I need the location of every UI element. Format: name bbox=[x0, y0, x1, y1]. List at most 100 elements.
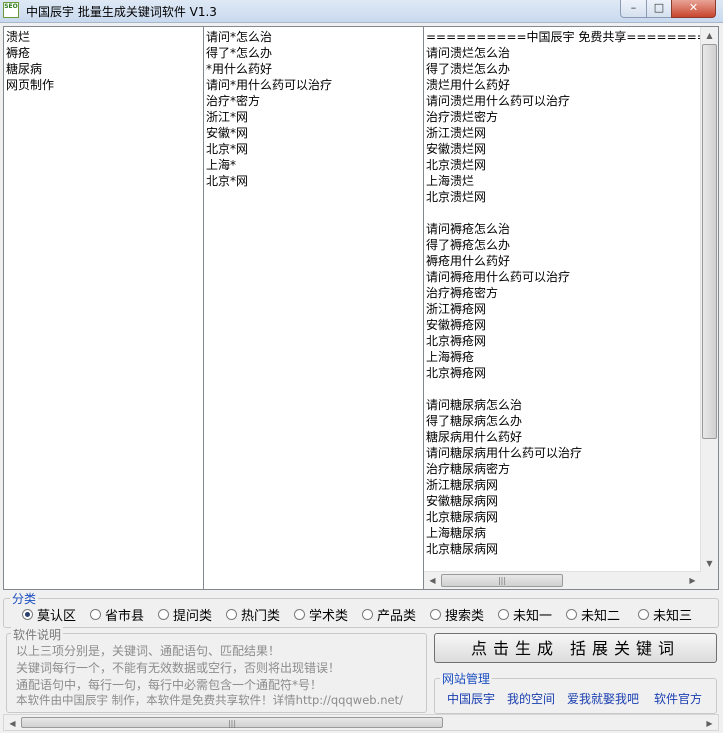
result-line: 浙江褥疮网 bbox=[426, 302, 487, 316]
bottom-horizontal-scroll-thumb[interactable]: ||| bbox=[21, 717, 443, 728]
radio-circle-icon[interactable] bbox=[158, 608, 169, 620]
category-radio-8[interactable]: 未知一 bbox=[498, 606, 553, 624]
bottom-scroll-right-arrow-icon[interactable]: ▶ bbox=[701, 715, 718, 732]
bottom-horizontal-scrollbar[interactable]: ◀ ||| ▶ bbox=[3, 714, 719, 731]
templates-text: 请问*怎么治 得了*怎么办 *用什么药好请问*用什么药可以治疗 治疗*密方浙江*网安徽… bbox=[204, 27, 423, 189]
category-legend: 分类 bbox=[10, 590, 39, 607]
horizontal-scroll-thumb[interactable]: ||| bbox=[441, 574, 563, 587]
category-radio-label: 莫认区 bbox=[37, 608, 77, 624]
template-line: 得了*怎么办 bbox=[206, 46, 273, 60]
result-line: 请问溃烂怎么治 bbox=[426, 46, 511, 60]
link-marry-me[interactable]: 爱我就娶我吧 bbox=[567, 690, 639, 707]
result-line: 褥疮用什么药好 bbox=[426, 254, 511, 268]
template-line: 北京*网 bbox=[206, 174, 249, 188]
template-line: 上海* bbox=[206, 158, 237, 172]
result-line: 请问褥疮怎么治 bbox=[426, 222, 511, 236]
radio-circle-icon[interactable] bbox=[430, 608, 441, 620]
result-line: 治疗溃烂密方 bbox=[426, 110, 499, 124]
category-radio-label: 省市县 bbox=[105, 608, 145, 624]
result-line: 治疗糖尿病密方 bbox=[426, 462, 511, 476]
template-line: 治疗*密方 bbox=[206, 94, 261, 108]
results-text: ==========中国辰宇 免费共享==================== 请… bbox=[424, 27, 704, 557]
result-line: 请问糖尿病怎么治 bbox=[426, 398, 523, 412]
result-line: ==========中国辰宇 免费共享==================== bbox=[426, 30, 704, 44]
result-line: 上海褥疮 bbox=[426, 350, 475, 364]
template-line: *用什么药好 bbox=[206, 62, 273, 76]
result-line: 上海糖尿病 bbox=[426, 526, 487, 540]
link-chenyu[interactable]: 中国辰宇 bbox=[447, 690, 495, 707]
result-line: 得了糖尿病怎么办 bbox=[426, 414, 523, 428]
category-radio-label: 未知二 bbox=[581, 608, 621, 624]
link-official-site[interactable]: 软件官方 bbox=[654, 690, 702, 707]
template-line: 浙江*网 bbox=[206, 110, 249, 124]
radio-circle-icon[interactable] bbox=[226, 608, 237, 620]
result-line: 北京糖尿病网 bbox=[426, 510, 499, 524]
radio-circle-icon[interactable] bbox=[294, 608, 305, 620]
result-line: 北京褥疮网 bbox=[426, 366, 487, 380]
template-line: 请问*怎么治 bbox=[206, 30, 273, 44]
results-horizontal-scrollbar[interactable]: ◀ ||| ▶ bbox=[424, 571, 701, 589]
result-line: 得了溃烂怎么办 bbox=[426, 62, 511, 76]
result-line: 治疗褥疮密方 bbox=[426, 286, 499, 300]
result-line: 请问褥疮用什么药可以治疗 bbox=[426, 270, 571, 284]
scroll-left-arrow-icon[interactable]: ◀ bbox=[424, 572, 441, 589]
category-radio-3[interactable]: 提问类 bbox=[158, 606, 212, 624]
category-radio-7[interactable]: 搜索类 bbox=[430, 606, 484, 624]
minimize-button[interactable]: – bbox=[620, 0, 647, 18]
keyword-line: 网页制作 bbox=[6, 78, 55, 92]
app-icon: SEO bbox=[3, 2, 19, 18]
scroll-up-arrow-icon[interactable]: ▲ bbox=[701, 27, 718, 44]
maximize-button[interactable]: □ bbox=[646, 0, 672, 18]
result-line bbox=[426, 205, 702, 221]
keywords-text: 溃烂 褥疮 糖尿病 网页制作 bbox=[4, 27, 203, 93]
radio-circle-icon[interactable] bbox=[22, 608, 33, 620]
description-line-4: 本软件由中国辰宇 制作，本软件是免费共享软件！详情http://qqqweb.n… bbox=[16, 693, 403, 707]
result-line: 安徽溃烂网 bbox=[426, 142, 487, 156]
link-my-space[interactable]: 我的空间 bbox=[507, 690, 555, 707]
vertical-scroll-thumb[interactable] bbox=[702, 44, 717, 439]
result-line: 上海溃烂 bbox=[426, 174, 475, 188]
generate-keywords-button[interactable]: 点击生成 括展关键词 bbox=[434, 633, 717, 663]
category-radio-1[interactable]: 莫认区 bbox=[22, 606, 77, 624]
templates-textarea[interactable]: 请问*怎么治 得了*怎么办 *用什么药好请问*用什么药可以治疗 治疗*密方浙江*网安徽… bbox=[203, 26, 424, 590]
category-radio-label: 学术类 bbox=[309, 608, 349, 624]
keyword-line: 溃烂 bbox=[6, 30, 31, 44]
result-line: 糖尿病用什么药好 bbox=[426, 430, 523, 444]
scroll-down-arrow-icon[interactable]: ▼ bbox=[701, 555, 718, 572]
radio-circle-icon[interactable] bbox=[90, 608, 101, 620]
template-line: 安徽*网 bbox=[206, 126, 249, 140]
category-radio-6[interactable]: 产品类 bbox=[362, 606, 417, 624]
keywords-textarea[interactable]: 溃烂 褥疮 糖尿病 网页制作 bbox=[3, 26, 204, 590]
site-management-legend: 网站管理 bbox=[440, 670, 493, 687]
category-radio-10[interactable]: 未知三 bbox=[638, 606, 693, 624]
result-line: 浙江溃烂网 bbox=[426, 126, 487, 140]
radio-circle-icon[interactable] bbox=[362, 608, 373, 620]
results-textarea[interactable]: ==========中国辰宇 免费共享==================== 请… bbox=[423, 26, 719, 590]
result-line: 浙江糖尿病网 bbox=[426, 478, 499, 492]
result-line: 安徽糖尿病网 bbox=[426, 494, 499, 508]
keyword-line: 糖尿病 bbox=[6, 62, 43, 76]
category-radio-2[interactable]: 省市县 bbox=[90, 606, 145, 624]
description-line-1: 以上三项分别是，关键词、通配语句、匹配结果！ bbox=[16, 644, 281, 658]
category-radio-9[interactable]: 未知二 bbox=[566, 606, 621, 624]
radio-circle-icon[interactable] bbox=[638, 608, 649, 620]
template-line: 请问*用什么药可以治疗 bbox=[206, 78, 333, 92]
result-line: 北京溃烂网 bbox=[426, 158, 487, 172]
result-line: 安徽褥疮网 bbox=[426, 318, 487, 332]
category-radio-label: 未知三 bbox=[653, 608, 693, 624]
category-radio-5[interactable]: 学术类 bbox=[294, 606, 349, 624]
radio-circle-icon[interactable] bbox=[566, 608, 577, 620]
close-button[interactable]: ✕ bbox=[671, 0, 716, 18]
results-vertical-scrollbar[interactable]: ▲ ▼ bbox=[700, 27, 718, 572]
result-line: 北京糖尿病网 bbox=[426, 542, 499, 556]
result-line bbox=[426, 381, 702, 397]
category-radio-label: 产品类 bbox=[377, 608, 417, 624]
result-line: 请问糖尿病用什么药可以治疗 bbox=[426, 446, 583, 460]
category-radio-4[interactable]: 热门类 bbox=[226, 606, 280, 624]
bottom-scroll-left-arrow-icon[interactable]: ◀ bbox=[4, 715, 21, 732]
result-line: 请问溃烂用什么药可以治疗 bbox=[426, 94, 571, 108]
scroll-right-arrow-icon[interactable]: ▶ bbox=[684, 572, 701, 589]
window-title: 中国辰宇 批量生成关键词软件 V1.3 bbox=[26, 5, 217, 19]
category-radio-label: 未知一 bbox=[513, 608, 553, 624]
radio-circle-icon[interactable] bbox=[498, 608, 509, 620]
